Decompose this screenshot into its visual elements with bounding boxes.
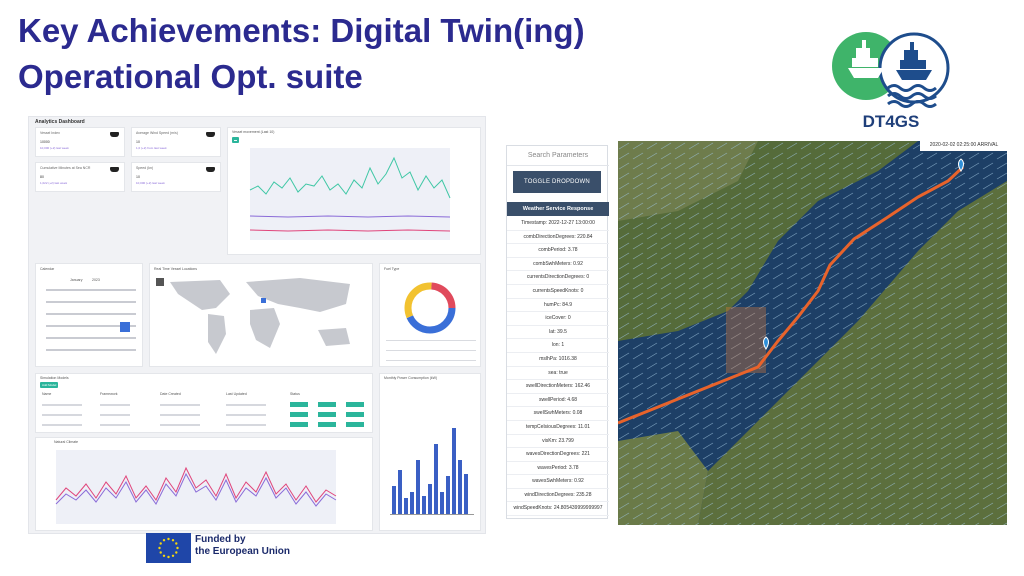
list-item: wavesSwhMeters: 0.92 <box>507 475 609 489</box>
weather-response-list: Timestamp: 2022-12-27 13:00:00 combDirec… <box>507 217 609 517</box>
bar-chart-graphic <box>390 428 474 515</box>
list-item: windSpeedKnots: 24.805439999999997 <box>507 502 609 517</box>
list-item: currentsSpeedKnots: 0 <box>507 285 609 299</box>
list-item: combSwhMeters: 0.92 <box>507 258 609 272</box>
list-item: wavesDirectionDegrees: 221 <box>507 448 609 462</box>
dt4gs-logo: DT4GS <box>826 28 956 136</box>
kpi-label: Cumulative Minutes at Sea NCR <box>40 166 91 170</box>
list-item: swellSwhMeters: 0.08 <box>507 407 609 421</box>
vessel-locations-map: Real Time Vessel Locations <box>149 263 373 367</box>
kpi-sub: 10,000 (+2) last week <box>40 146 69 150</box>
vessel-movement-chart: Vessel movement (Last 10) ▬ <box>227 127 481 255</box>
arrival-label: 2020-02-02 02:25:00 ARRIVAL <box>920 140 1008 151</box>
simulation-models-table: Simulation Models Add Model Name Framewo… <box>35 373 373 433</box>
twin-ships-waves-icon <box>832 32 950 108</box>
climate-line-graphic <box>55 450 337 524</box>
kpi-sub: 1,0 (+2) from last week <box>136 146 167 150</box>
list-item: lat: 39.5 <box>507 326 609 340</box>
funding-line-1: Funded by <box>195 534 246 545</box>
kpi-label: Average Wind Speed (m/s) <box>136 131 178 135</box>
funding-text: Funded by the European Union <box>195 534 290 558</box>
list-item: wavesPeriod: 3.78 <box>507 462 609 476</box>
kpi-sub: 10,000 (+2) last week <box>136 181 165 185</box>
list-item: windDirectionDegrees: 235.28 <box>507 489 609 503</box>
route-map[interactable] <box>618 141 1007 525</box>
fuel-type-card: Fuel Type <box>379 263 481 367</box>
ship-icon <box>110 167 119 172</box>
table-rows-graphic <box>42 402 364 427</box>
kpi-label: Speed (kn) <box>136 166 154 170</box>
kpi-value: 10000 <box>40 140 50 144</box>
ship-icon <box>206 132 215 137</box>
list-item: mslhPa: 1016.38 <box>507 353 609 367</box>
search-parameters-input[interactable]: Search Parameters <box>507 146 609 166</box>
funding-line-2: the European Union <box>195 546 290 557</box>
list-item: humPc: 84.9 <box>507 299 609 313</box>
kpi-sub: 1,022 (+2) last week <box>40 181 68 185</box>
list-item: combPeriod: 3.78 <box>507 244 609 258</box>
kpi-value: 10 <box>136 140 140 144</box>
natural-climate-chart: Natural Climate <box>35 437 373 531</box>
ship-icon <box>206 167 215 172</box>
title-line-1: Key Achievements: Digital Twin(ing) <box>18 12 585 49</box>
list-item: iceCover: 0 <box>507 312 609 326</box>
logo-text: DT4GS <box>862 112 920 131</box>
list-item: swellPeriod: 4.68 <box>507 394 609 408</box>
list-item: tempCelsiousDegrees: 11.01 <box>507 421 609 435</box>
weather-response-header: Weather Service Response <box>507 202 609 216</box>
fuel-donut-chart <box>386 282 476 361</box>
analytics-dashboard: Analytics Dashboard Vessel Index 10000 1… <box>28 116 486 534</box>
route-map-graphic[interactable] <box>618 141 1007 525</box>
kpi-card-wind: Average Wind Speed (m/s) 10 1,0 (+2) fro… <box>131 127 221 157</box>
list-item: visKm: 23.799 <box>507 435 609 449</box>
kpi-card-speed: Speed (kn) 10 10,000 (+2) last week <box>131 162 221 192</box>
title-line-2: Operational Opt. suite <box>18 58 363 95</box>
calendar-grid[interactable] <box>36 264 144 368</box>
slide-title: Key Achievements: Digital Twin(ing) Oper… <box>18 8 718 100</box>
weather-panel: Search Parameters TOGGLE DROPDOWN Weathe… <box>506 145 609 519</box>
eu-flag-icon <box>146 533 191 563</box>
kpi-value: 10 <box>136 175 140 179</box>
calendar-widget: Calendar January 2023 <box>35 263 143 367</box>
list-item: combDirectionDegrees: 220.84 <box>507 231 609 245</box>
kpi-card-vessel-index: Vessel Index 10000 10,000 (+2) last week <box>35 127 125 157</box>
dashboard-title: Analytics Dashboard <box>35 119 85 125</box>
list-item: Timestamp: 2022-12-27 13:00:00 <box>507 217 609 231</box>
list-item: lon: 1 <box>507 339 609 353</box>
kpi-value: 80 <box>40 175 44 179</box>
ship-icon <box>110 132 119 137</box>
list-item: sea: true <box>507 367 609 381</box>
kpi-label: Vessel Index <box>40 131 60 135</box>
list-item: swellDirectionMeters: 162.46 <box>507 380 609 394</box>
toggle-dropdown-button[interactable]: TOGGLE DROPDOWN <box>513 171 601 193</box>
kpi-card-minutes: Cumulative Minutes at Sea NCR 80 1,022 (… <box>35 162 125 192</box>
world-map-graphic <box>156 278 350 354</box>
list-item: currentsDirectionDegrees: 0 <box>507 271 609 285</box>
monthly-power-chart: Monthly Power Consumption (kW) <box>379 373 481 531</box>
line-chart-graphic <box>249 148 474 240</box>
